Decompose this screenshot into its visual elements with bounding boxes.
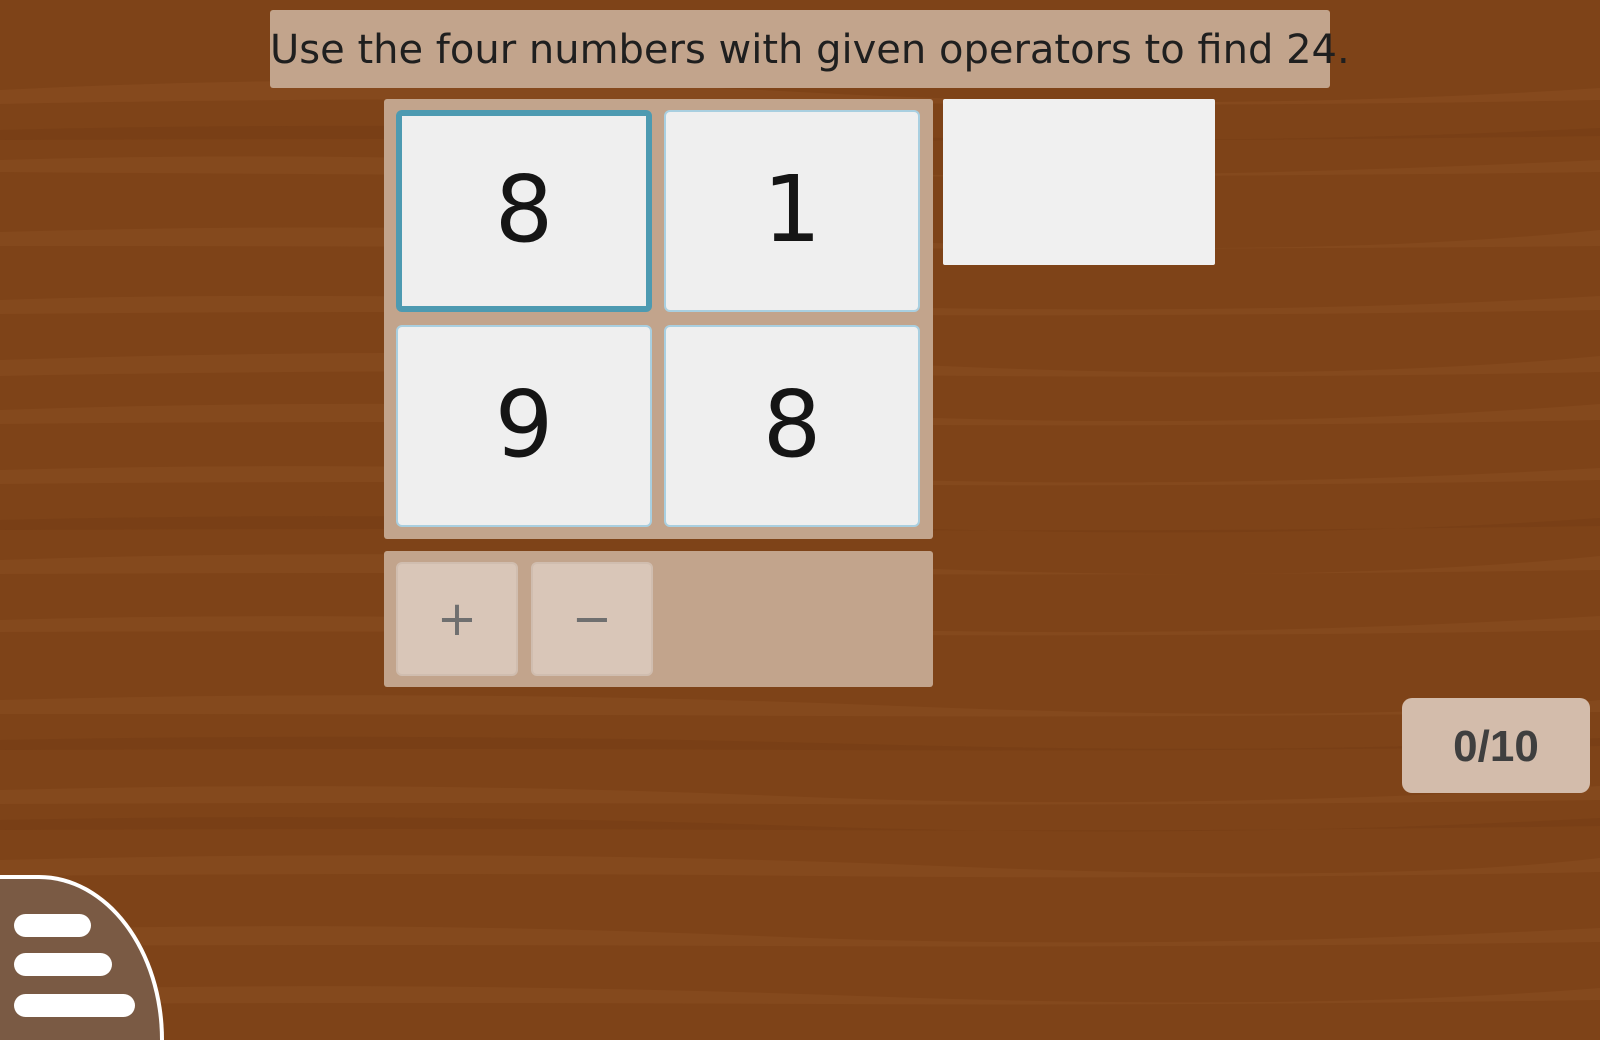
result-display — [943, 99, 1215, 265]
minus-operator-button[interactable]: − — [531, 562, 653, 676]
number-card-grid: 8 1 9 8 — [384, 99, 933, 539]
number-card-2[interactable]: 1 — [664, 110, 920, 312]
menu-bar-middle — [14, 953, 112, 976]
score-counter: 0/10 — [1402, 698, 1590, 793]
instruction-banner: Use the four numbers with given operator… — [270, 10, 1350, 88]
operator-panel: + − — [384, 551, 933, 687]
menu-bar-top — [14, 914, 91, 937]
number-card-3[interactable]: 9 — [396, 325, 652, 527]
menu-bar-bottom — [14, 994, 135, 1017]
number-card-4[interactable]: 8 — [664, 325, 920, 527]
number-card-1[interactable]: 8 — [396, 110, 652, 312]
plus-operator-button[interactable]: + — [396, 562, 518, 676]
